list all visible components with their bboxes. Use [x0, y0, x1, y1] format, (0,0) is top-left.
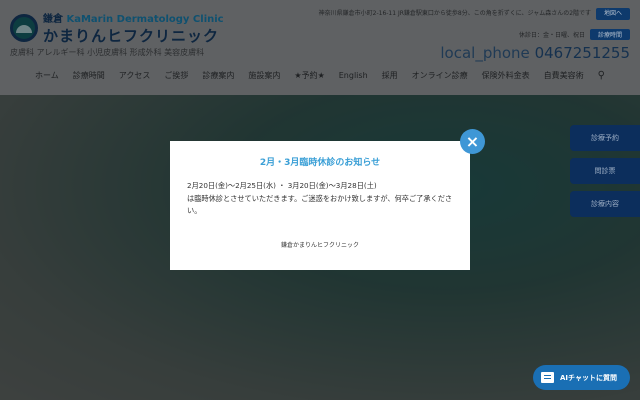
clinic-logo[interactable]: 鎌倉 KaMarin Dermatology Clinic かまりんヒフクリニッ…: [10, 10, 224, 46]
nav-facility[interactable]: 施設案内: [241, 70, 287, 81]
phone-icon: local_phone: [440, 44, 530, 62]
nav-hours[interactable]: 診療時間: [66, 70, 112, 81]
chat-label: AIチャットに質問: [560, 373, 617, 382]
close-icon[interactable]: ×: [460, 129, 485, 154]
modal-message: は臨時休診とさせていただきます。ご迷惑をおかけ致しますが、何卒ご了承ください。: [187, 193, 453, 216]
map-button[interactable]: 地図へ: [595, 8, 630, 20]
side-questionnaire-button[interactable]: 問診票: [570, 158, 640, 184]
phone-number: 0467251255: [534, 44, 630, 62]
nav-greeting[interactable]: ご挨拶: [157, 70, 195, 81]
site-header: 鎌倉 KaMarin Dermatology Clinic かまりんヒフクリニッ…: [0, 0, 640, 95]
logo-japanese: かまりんヒフクリニック: [43, 27, 220, 45]
logo-english: KaMarin Dermatology Clinic: [66, 14, 224, 25]
nav-access[interactable]: アクセス: [112, 70, 158, 81]
main-nav: ホーム 診療時間 アクセス ご挨拶 診療案内 施設案内 ★予約★ English…: [0, 70, 640, 81]
nav-english[interactable]: English: [332, 71, 375, 80]
chat-icon: [541, 372, 554, 383]
nav-reservation[interactable]: ★予約★: [287, 70, 331, 81]
side-services-button[interactable]: 診療内容: [570, 191, 640, 217]
nav-recruit[interactable]: 採用: [375, 70, 405, 81]
logo-prefix: 鎌倉: [43, 14, 63, 25]
ai-chat-button[interactable]: AIチャットに質問: [533, 365, 630, 390]
nav-online[interactable]: オンライン診療: [405, 70, 475, 81]
side-reservation-button[interactable]: 診療予約: [570, 125, 640, 151]
modal-title: 2月・3月臨時休診のお知らせ: [259, 158, 381, 168]
search-icon[interactable]: ⚲: [591, 70, 612, 81]
logo-icon: [10, 14, 38, 42]
notice-modal: 2月・3月臨時休診のお知らせ 2月20日(金)〜2月25日(水) ・ 3月20日…: [170, 141, 470, 270]
departments: 皮膚科 アレルギー科 小児皮膚科 形成外科 美容皮膚科: [10, 48, 205, 57]
nav-services[interactable]: 診療案内: [195, 70, 241, 81]
modal-signature: 鎌倉かまりんヒフクリニック: [280, 241, 359, 249]
nav-fees[interactable]: 保険外料金表: [475, 70, 537, 81]
nav-cosmetic[interactable]: 自費美容術: [537, 70, 591, 81]
hours-button[interactable]: 診療時間: [589, 29, 630, 40]
nav-home[interactable]: ホーム: [28, 70, 66, 81]
address: 神奈川県鎌倉市小町2-16-11 JR鎌倉駅東口から徒歩8分、この角を折ずくに、…: [318, 10, 592, 17]
modal-dates: 2月20日(金)〜2月25日(水) ・ 3月20日(金)〜3月28日(土): [187, 181, 377, 190]
closed-days: 休診日：金・日曜、祝日: [519, 32, 586, 39]
phone-link[interactable]: local_phone 0467251255: [440, 44, 630, 62]
